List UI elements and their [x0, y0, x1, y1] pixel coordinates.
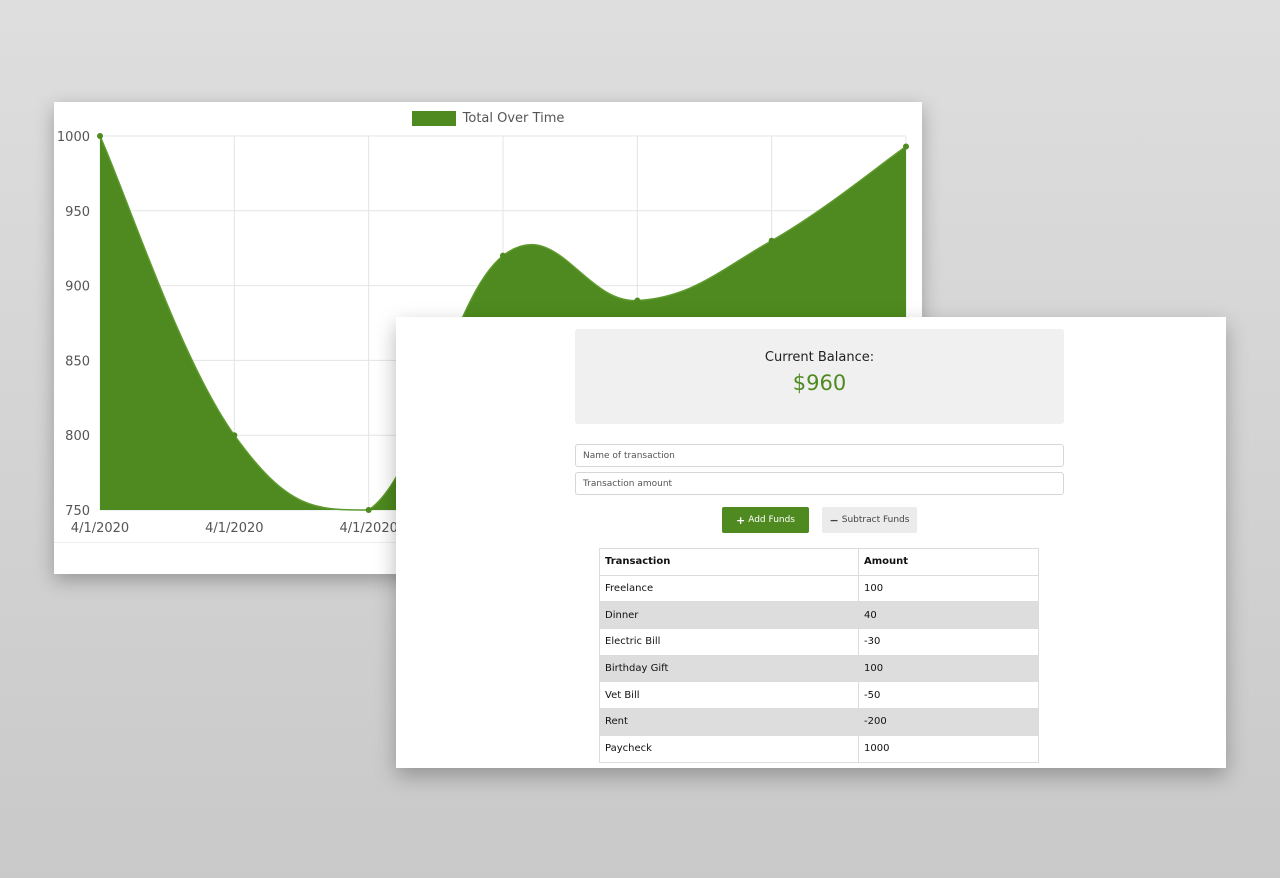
transaction-amount-cell: 100 — [858, 574, 1039, 603]
data-point — [768, 237, 775, 244]
y-tick-label: 950 — [65, 205, 90, 220]
data-point — [500, 252, 506, 259]
data-point — [97, 133, 103, 139]
transaction-name-cell: Paycheck — [599, 734, 859, 763]
y-tick-label: 800 — [65, 429, 90, 444]
y-tick-label: 900 — [65, 280, 90, 295]
subtract-funds-button[interactable]: − Subtract Funds — [822, 507, 917, 533]
transaction-amount-cell: -30 — [858, 628, 1039, 656]
transaction-amount-cell: -50 — [858, 681, 1039, 710]
balance-title: Current Balance: — [764, 350, 875, 365]
table-row: Paycheck 1000 — [599, 734, 1039, 763]
balance-value: $960 — [792, 371, 847, 395]
data-point — [634, 297, 641, 304]
table-row: Freelance 100 — [599, 574, 1039, 603]
table-row: Dinner 40 — [599, 601, 1039, 630]
y-tick-label: 1000 — [57, 130, 90, 145]
minus-icon: − — [829, 513, 839, 527]
transaction-amount-cell: 100 — [858, 654, 1039, 683]
budget-app-window: Current Balance: $960 + Add Funds − Subt… — [396, 317, 1226, 768]
table-row: Vet Bill -50 — [599, 681, 1039, 710]
plus-icon: + — [736, 513, 746, 527]
transaction-name-cell: Electric Bill — [599, 628, 859, 656]
add-funds-label: Add Funds — [748, 515, 795, 525]
column-header-transaction: Transaction — [599, 548, 859, 576]
transaction-name-input[interactable] — [575, 444, 1064, 467]
table-row: Rent -200 — [599, 708, 1039, 736]
data-point — [903, 143, 909, 150]
x-tick-label: 4/1/2020 — [71, 521, 129, 536]
x-tick-label: 4/1/2020 — [205, 521, 263, 536]
transaction-name-cell: Dinner — [599, 601, 859, 630]
table-header-row: Transaction Amount — [599, 548, 1039, 576]
transaction-name-cell: Rent — [599, 708, 859, 736]
transaction-amount-cell: 40 — [858, 601, 1039, 630]
transactions-table: Transaction Amount Freelance 100 Dinner … — [599, 548, 1039, 763]
data-point — [365, 507, 372, 513]
table-row: Birthday Gift 100 — [599, 654, 1039, 683]
add-funds-button[interactable]: + Add Funds — [722, 507, 809, 533]
y-tick-label: 850 — [65, 354, 90, 369]
data-point — [231, 432, 238, 439]
transaction-name-cell: Birthday Gift — [599, 654, 859, 683]
column-header-amount: Amount — [858, 548, 1039, 576]
transaction-name-cell: Vet Bill — [599, 681, 859, 710]
transaction-amount-input[interactable] — [575, 472, 1064, 495]
x-tick-label: 4/1/2020 — [339, 521, 397, 536]
transaction-name-cell: Freelance — [599, 574, 859, 603]
subtract-funds-label: Subtract Funds — [841, 515, 910, 525]
balance-panel: Current Balance: $960 — [575, 329, 1064, 424]
table-row: Electric Bill -30 — [599, 628, 1039, 656]
y-tick-label: 750 — [65, 504, 90, 519]
transaction-amount-cell: 1000 — [858, 734, 1039, 763]
transaction-amount-cell: -200 — [858, 708, 1039, 736]
